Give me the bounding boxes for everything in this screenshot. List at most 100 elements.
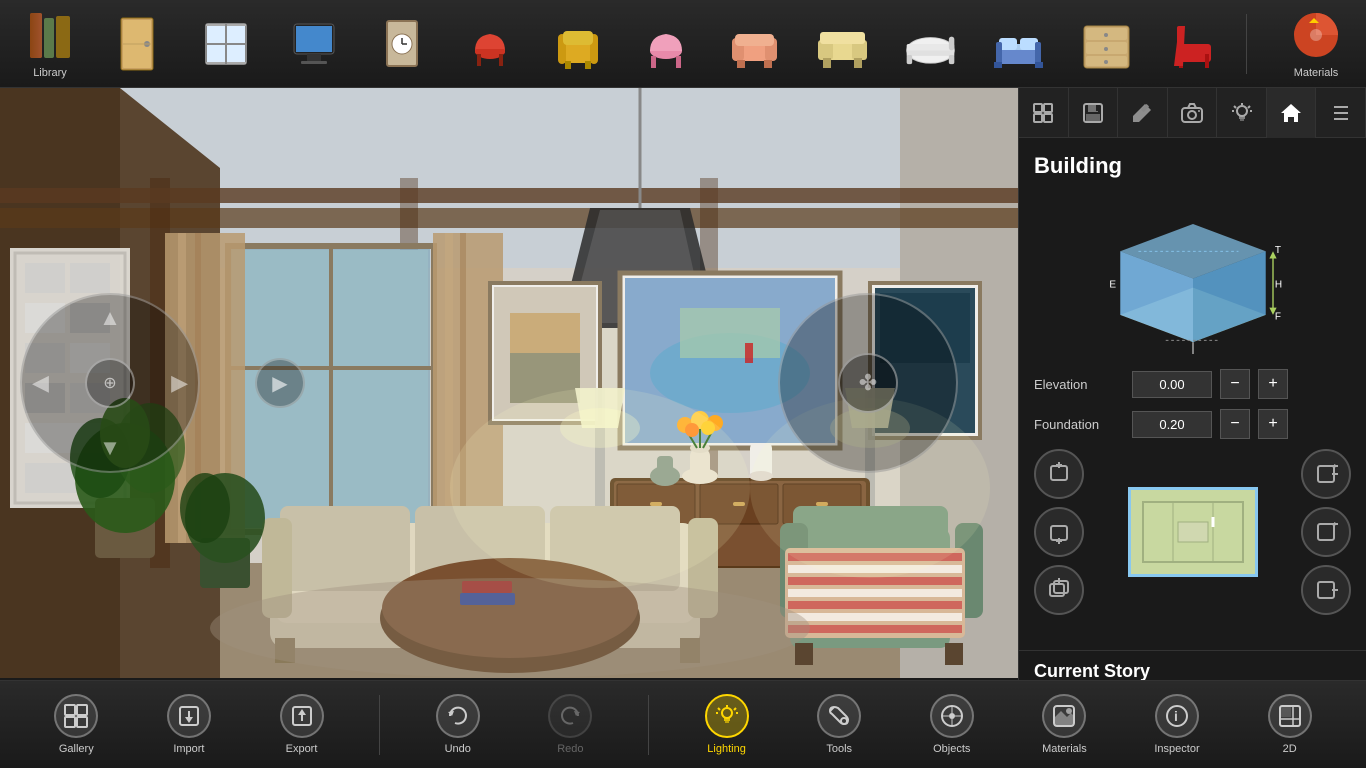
bed-icon [991, 16, 1046, 71]
library-label: Library [33, 67, 67, 79]
panel-list-tool[interactable] [1316, 88, 1366, 138]
nav-right-arrow: ▶ [171, 370, 188, 396]
red-chair-icon [463, 16, 518, 71]
library-button[interactable]: Library [10, 4, 90, 84]
arrow-story-button[interactable] [1301, 507, 1351, 557]
add-story-above-button[interactable] [1034, 449, 1084, 499]
bench-item[interactable] [802, 4, 882, 84]
bed-item[interactable] [978, 4, 1058, 84]
materials-label: Materials [1294, 67, 1339, 79]
top-separator [1246, 14, 1247, 74]
panel-save-tool[interactable] [1069, 88, 1119, 138]
pink-chair-item[interactable] [626, 4, 706, 84]
import-button[interactable]: Import [154, 694, 224, 755]
tools-icon [817, 694, 861, 738]
pink-chair-icon [639, 16, 694, 71]
panel-toolbar [1019, 88, 1366, 138]
undo-label: Undo [445, 743, 471, 755]
panel-paint-tool[interactable] [1118, 88, 1168, 138]
right-building-tools [1301, 449, 1351, 615]
export-button[interactable]: Export [267, 694, 337, 755]
top-toolbar: Library [0, 0, 1366, 88]
foundation-decrease-button[interactable]: − [1220, 409, 1250, 439]
redo-button[interactable]: Redo [535, 694, 605, 755]
foundation-row: Foundation − + [1034, 409, 1351, 439]
2d-icon [1268, 694, 1312, 738]
2d-button[interactable]: 2D [1255, 694, 1325, 755]
redo-label: Redo [557, 743, 583, 755]
elevation-input[interactable] [1132, 371, 1212, 398]
inspector-label: Inspector [1154, 743, 1199, 755]
duplicate-story-button[interactable] [1034, 565, 1084, 615]
materials-button[interactable]: Materials [1276, 4, 1356, 84]
yellow-armchair-item[interactable] [538, 4, 618, 84]
monitor-icon [287, 16, 342, 71]
2d-label: 2D [1283, 743, 1297, 755]
library-icon [23, 8, 78, 63]
tools-button[interactable]: Tools [804, 694, 874, 755]
tools-label: Tools [826, 743, 852, 755]
objects-label: Objects [933, 743, 970, 755]
nav-left-arrow: ◀ [32, 370, 49, 396]
bathtub-item[interactable] [890, 4, 970, 84]
door-item[interactable] [98, 4, 178, 84]
nav-right-control[interactable]: ✤ [778, 293, 958, 473]
foundation-input[interactable] [1132, 411, 1212, 438]
bottom-toolbar: Gallery Import Export [0, 680, 1366, 768]
objects-button[interactable]: Objects [917, 694, 987, 755]
building-section: Building T H E F [1019, 138, 1366, 640]
red-chair2-item[interactable] [1154, 4, 1234, 84]
materials-bottom-icon [1042, 694, 1086, 738]
lighting-label: Lighting [707, 743, 746, 755]
elevation-decrease-button[interactable]: − [1220, 369, 1250, 399]
clock-item[interactable] [362, 4, 442, 84]
undo-button[interactable]: Undo [423, 694, 493, 755]
elevation-label: Elevation [1034, 377, 1124, 392]
nav-rotate-button[interactable]: ✤ [838, 353, 898, 413]
delete-story-button[interactable] [1301, 565, 1351, 615]
nav-left-control[interactable]: ▲ ▼ ◀ ▶ ⊕ [20, 293, 200, 473]
building-title: Building [1034, 153, 1351, 179]
bench-icon [815, 16, 870, 71]
red-chair-item[interactable] [450, 4, 530, 84]
export-label: Export [286, 743, 318, 755]
dresser-item[interactable] [1066, 4, 1146, 84]
import-label: Import [173, 743, 204, 755]
lighting-button[interactable]: Lighting [692, 694, 762, 755]
panel-camera-tool[interactable] [1168, 88, 1218, 138]
materials-bottom-button[interactable]: Materials [1029, 694, 1099, 755]
elevation-row: Elevation − + [1034, 369, 1351, 399]
lighting-icon [705, 694, 749, 738]
inspector-button[interactable]: i Inspector [1142, 694, 1212, 755]
building-tools-row [1034, 449, 1351, 615]
right-panel: Building T H E F [1018, 88, 1366, 768]
gallery-icon [54, 694, 98, 738]
gallery-button[interactable]: Gallery [41, 694, 111, 755]
redo-icon [548, 694, 592, 738]
svg-text:F: F [1274, 311, 1280, 322]
settings-story-button[interactable] [1301, 449, 1351, 499]
sofa-item[interactable] [714, 4, 794, 84]
sofa-icon [727, 16, 782, 71]
svg-text:i: i [1174, 708, 1178, 724]
materials-icon [1289, 8, 1344, 63]
clock-icon [375, 16, 430, 71]
panel-select-tool[interactable] [1019, 88, 1069, 138]
foundation-increase-button[interactable]: + [1258, 409, 1288, 439]
yellow-armchair-icon [551, 16, 606, 71]
panel-light-tool[interactable] [1217, 88, 1267, 138]
materials-bottom-label: Materials [1042, 743, 1087, 755]
building-3d-preview: T H E F [1093, 194, 1293, 354]
nav-forward-button[interactable]: ▶ [255, 358, 305, 408]
door-icon [111, 16, 166, 71]
3d-viewport[interactable]: ▲ ▼ ◀ ▶ ⊕ ▶ ✤ [0, 88, 1018, 678]
current-story-title: Current Story [1034, 661, 1351, 682]
panel-home-tool[interactable] [1267, 88, 1317, 138]
floor-plan-preview[interactable] [1084, 487, 1301, 577]
elevation-increase-button[interactable]: + [1258, 369, 1288, 399]
window-item[interactable] [186, 4, 266, 84]
add-story-below-button[interactable] [1034, 507, 1084, 557]
import-icon [167, 694, 211, 738]
monitor-item[interactable] [274, 4, 354, 84]
nav-center-button[interactable]: ⊕ [85, 358, 135, 408]
